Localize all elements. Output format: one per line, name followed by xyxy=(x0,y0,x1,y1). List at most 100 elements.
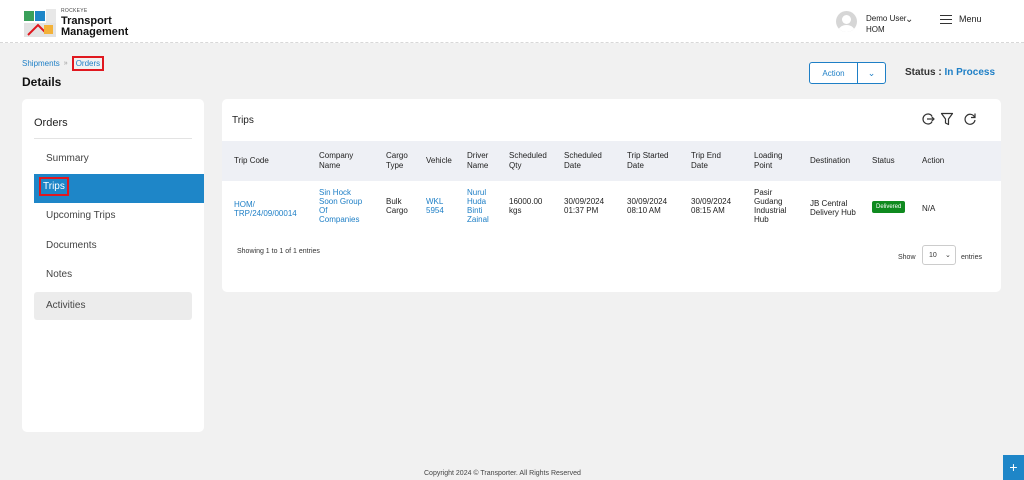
cell-text: Bulk xyxy=(386,197,402,206)
column-header-trip-started-date[interactable]: Trip Started Date xyxy=(627,151,669,171)
action-dropdown[interactable]: Action ⌄ xyxy=(809,62,886,84)
cell-action: N/A xyxy=(922,204,936,213)
entries-label: entries xyxy=(961,254,983,261)
sidebar-heading: Orders xyxy=(34,117,68,129)
cell-text: HOM/ xyxy=(234,200,255,209)
cell-company-name[interactable]: Sin Hock Soon Group Of Companies xyxy=(319,188,362,224)
breadcrumb-separator: » xyxy=(63,60,68,67)
sidebar-item-activities[interactable]: Activities xyxy=(34,292,192,320)
trips-card: Trips Trip Code Company Name Cargo Type Ve… xyxy=(222,99,1001,292)
cell-trip-code[interactable]: HOM/ TRP/24/09/00014 xyxy=(234,200,297,218)
brand-line-2: Management xyxy=(61,26,129,38)
refresh-icon[interactable] xyxy=(963,112,977,126)
chevron-down-icon[interactable]: ⌄ xyxy=(858,63,885,83)
cell-text: Delivery Hub xyxy=(810,208,856,217)
sidebar-item-upcoming-trips[interactable]: Upcoming Trips xyxy=(46,210,115,221)
column-header-status[interactable]: Status xyxy=(872,156,895,166)
show-label: Show xyxy=(898,254,916,261)
card-title: Trips xyxy=(232,115,254,126)
cell-text: Industrial xyxy=(754,206,787,215)
header-text: Action xyxy=(922,156,945,165)
header-text: Scheduled xyxy=(564,151,602,160)
status-badge: Delivered xyxy=(872,201,906,213)
cell-destination: JB Central Delivery Hub xyxy=(810,199,856,217)
cell-text: 16000.00 xyxy=(509,197,543,206)
user-org: HOM xyxy=(866,25,885,34)
cell-text: Huda xyxy=(467,197,487,206)
menu-label: Menu xyxy=(959,14,982,24)
footer-copyright: Copyright 2024 © Transporter. All Rights… xyxy=(424,470,581,477)
cell-text: Soon Group xyxy=(319,197,363,206)
column-header-company-name[interactable]: Company Name xyxy=(319,151,353,171)
header-text: Status xyxy=(872,156,895,165)
sidebar-item-trips[interactable]: Trips xyxy=(34,174,204,203)
column-header-driver-name[interactable]: Driver Name xyxy=(467,151,488,171)
cell-scheduled-date: 30/09/2024 01:37 PM xyxy=(564,197,604,215)
header-text: Scheduled xyxy=(509,151,547,160)
header-text: Date xyxy=(691,161,708,170)
cell-text: Companies xyxy=(319,215,360,224)
cell-text: Of xyxy=(319,206,328,215)
column-header-scheduled-date[interactable]: Scheduled Date xyxy=(564,151,602,171)
hamburger-icon xyxy=(940,14,952,24)
action-button[interactable]: Action xyxy=(810,63,858,83)
orders-sidebar: Orders Summary Trips Upcoming Trips Docu… xyxy=(22,99,204,432)
cell-text: Sin Hock xyxy=(319,188,352,197)
column-header-loading-point[interactable]: Loading Point xyxy=(754,151,782,171)
sidebar-item-label: Activities xyxy=(46,300,86,311)
add-floating-button[interactable]: + xyxy=(1003,455,1024,480)
column-header-destination[interactable]: Destination xyxy=(810,156,850,166)
pagination-info: Showing 1 to 1 of 1 entries xyxy=(237,248,320,255)
user-info[interactable]: Demo User HOM xyxy=(866,13,906,35)
column-header-scheduled-qty[interactable]: Scheduled Qty xyxy=(509,151,547,171)
avatar[interactable] xyxy=(836,11,857,32)
status-text: Status : In Process xyxy=(905,67,995,78)
filter-icon[interactable] xyxy=(940,112,954,126)
column-header-vehicle[interactable]: Vehicle xyxy=(426,156,452,166)
brand-small: ROCKEYE xyxy=(61,8,88,14)
column-header-trip-end-date[interactable]: Trip End Date xyxy=(691,151,721,171)
column-header-cargo-type[interactable]: Cargo Type xyxy=(386,151,408,171)
user-name: Demo User xyxy=(866,14,907,23)
cell-text: Pasir xyxy=(754,188,773,197)
cell-text: 30/09/2024 xyxy=(691,197,732,206)
cell-text: TRP/24/09/00014 xyxy=(234,209,297,218)
cell-vehicle[interactable]: WKL 5954 xyxy=(426,197,444,215)
column-header-action[interactable]: Action xyxy=(922,156,944,166)
cell-text: Hub xyxy=(754,215,769,224)
status-label: Status : xyxy=(905,67,942,78)
divider xyxy=(34,138,192,139)
menu-button[interactable]: Menu xyxy=(940,14,982,24)
cell-text: 30/09/2024 xyxy=(627,197,668,206)
cell-text: 08:10 AM xyxy=(627,206,661,215)
sidebar-item-summary[interactable]: Summary xyxy=(46,153,89,164)
breadcrumb-shipments[interactable]: Shipments xyxy=(22,59,60,68)
header-text: Name xyxy=(319,161,341,170)
header-text: Name xyxy=(467,161,489,170)
cell-loading-point: Pasir Gudang Industrial Hub xyxy=(754,188,786,224)
header-text: Destination xyxy=(810,156,851,165)
header-text: Cargo xyxy=(386,151,408,160)
breadcrumb-orders[interactable]: Orders xyxy=(71,56,105,71)
column-header-trip-code[interactable]: Trip Code xyxy=(234,156,269,166)
header-text: Vehicle xyxy=(426,156,452,165)
sidebar-item-notes[interactable]: Notes xyxy=(46,269,72,280)
header-text: Trip Code xyxy=(234,156,269,165)
logo-icon[interactable] xyxy=(24,9,56,37)
chevron-down-icon: ⌄ xyxy=(945,252,951,259)
cell-scheduled-qty: 16000.00 kgs xyxy=(509,197,542,215)
brand-name: ROCKEYE Transport Management xyxy=(61,9,128,38)
page-size-select[interactable]: 10 ⌄ xyxy=(922,245,956,265)
status-value: In Process xyxy=(944,67,996,78)
cell-text: kgs xyxy=(509,206,522,215)
chevron-down-icon[interactable]: ⌄ xyxy=(905,14,913,25)
cell-trip-end-date: 30/09/2024 08:15 AM xyxy=(691,197,731,215)
header-text: Trip End xyxy=(691,151,721,160)
cell-driver-name[interactable]: Nurul Huda Binti Zainal xyxy=(467,188,489,224)
cell-text: Cargo xyxy=(386,206,408,215)
sidebar-item-documents[interactable]: Documents xyxy=(46,240,97,251)
page-title: Details xyxy=(22,75,62,89)
export-icon[interactable] xyxy=(921,112,935,126)
cell-text: Nurul xyxy=(467,188,487,197)
cell-trip-started-date: 30/09/2024 08:10 AM xyxy=(627,197,667,215)
